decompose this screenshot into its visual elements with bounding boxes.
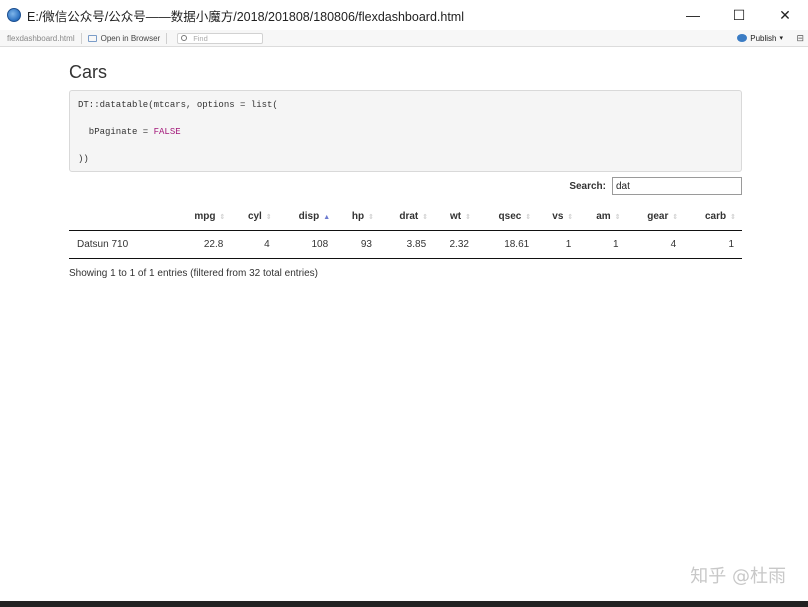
table-row[interactable]: Datsun 710 22.8 4 108 93 3.85 2.32 18.61 1 1 4 1 bbox=[69, 230, 742, 259]
column-header-disp[interactable]: disp ▲ bbox=[277, 203, 337, 231]
column-header-label: hp bbox=[351, 211, 365, 222]
table-cell: 4 bbox=[231, 230, 278, 259]
publish-button[interactable]: Publish ▾ bbox=[737, 34, 783, 43]
chevron-down-icon: ▾ bbox=[779, 35, 783, 42]
column-header-drat[interactable]: drat ⇕ bbox=[379, 203, 435, 231]
column-header-gear[interactable]: gear ⇕ bbox=[626, 203, 685, 231]
code-line-2: bPaginate = FALSE bbox=[78, 127, 181, 137]
search-icon bbox=[181, 35, 188, 41]
page-title: Cars bbox=[69, 62, 108, 82]
watermark: 知乎 @杜雨 bbox=[690, 566, 786, 587]
code-block: DT::datatable(mtcars, options = list( bP… bbox=[69, 90, 742, 172]
find-input[interactable] bbox=[193, 33, 254, 43]
data-table: mpg ⇕ cyl ⇕ disp ▲ hp ⇕ drat ⇕ wt ⇕ qsec ⇕ vs ⇕ am ⇕ gear ⇕… bbox=[69, 203, 742, 259]
column-header-label: qsec bbox=[498, 211, 522, 222]
viewer-toolbar: flexdashboard.html Open in Browser Publi… bbox=[0, 30, 808, 47]
column-header-label: am bbox=[596, 211, 611, 222]
column-header-label: vs bbox=[552, 211, 564, 222]
table-cell: 93 bbox=[336, 230, 380, 259]
code-line-3: )) bbox=[78, 154, 89, 164]
table-cell: 18.61 bbox=[476, 230, 538, 259]
sort-icon: ⇕ bbox=[672, 214, 679, 221]
column-header-wt[interactable]: wt ⇕ bbox=[434, 203, 477, 231]
column-header-mpg[interactable]: mpg ⇕ bbox=[173, 203, 232, 231]
sort-icon: ⇕ bbox=[525, 214, 532, 221]
file-label: flexdashboard.html bbox=[7, 33, 75, 43]
column-header-hp[interactable]: hp ⇕ bbox=[336, 203, 380, 231]
table-cell: 22.8 bbox=[173, 230, 232, 259]
code-line-1: DT::datatable(mtcars, options = list( bbox=[78, 100, 278, 110]
search-label: Search: bbox=[569, 181, 606, 192]
minimize-button[interactable]: — bbox=[670, 0, 716, 30]
app-icon bbox=[7, 8, 21, 22]
table-cell: 1 bbox=[537, 230, 580, 259]
table-cell: 1 bbox=[684, 230, 742, 259]
column-header-cyl[interactable]: cyl ⇕ bbox=[231, 203, 278, 231]
column-header-am[interactable]: am ⇕ bbox=[579, 203, 627, 231]
sort-icon: ⇕ bbox=[422, 214, 429, 221]
sort-icon: ⇕ bbox=[614, 214, 621, 221]
table-header-row: mpg ⇕ cyl ⇕ disp ▲ hp ⇕ drat ⇕ wt ⇕ qsec ⇕ vs ⇕ am ⇕ gear ⇕… bbox=[69, 203, 742, 231]
toolbar-divider bbox=[166, 32, 168, 44]
publish-icon bbox=[737, 34, 748, 42]
column-header-rownames bbox=[69, 203, 174, 231]
table-search: Search: bbox=[69, 176, 742, 198]
sort-icon: ⇕ bbox=[219, 214, 226, 221]
sort-icon: ⇕ bbox=[265, 214, 272, 221]
column-header-label: wt bbox=[449, 211, 462, 222]
table-cell: 1 bbox=[579, 230, 627, 259]
sort-icon: ⇕ bbox=[368, 214, 374, 221]
more-options-icon[interactable]: ⊟ bbox=[796, 33, 804, 44]
open-in-browser-label: Open in Browser bbox=[100, 33, 161, 43]
publish-label: Publish bbox=[750, 33, 777, 43]
column-header-label: drat bbox=[399, 211, 419, 222]
sort-ascending-icon: ▲ bbox=[323, 214, 331, 221]
column-header-label: carb bbox=[705, 211, 727, 222]
bottom-edge bbox=[0, 601, 808, 607]
open-in-browser-button[interactable]: Open in Browser bbox=[87, 33, 161, 43]
table-cell: 4 bbox=[626, 230, 685, 259]
sort-icon: ⇕ bbox=[730, 214, 736, 221]
column-header-qsec[interactable]: qsec ⇕ bbox=[476, 203, 538, 231]
column-header-label: disp bbox=[298, 211, 320, 222]
sort-icon: ⇕ bbox=[567, 214, 574, 221]
table-cell: 3.85 bbox=[379, 230, 435, 259]
table-body: Datsun 710 22.8 4 108 93 3.85 2.32 18.61 1 1 4 1 bbox=[69, 230, 742, 259]
row-name-cell: Datsun 710 bbox=[69, 230, 174, 259]
table-cell: 108 bbox=[277, 230, 337, 259]
window-controls: — ☐ ✕ bbox=[670, 0, 808, 30]
table-cell: 2.32 bbox=[434, 230, 477, 259]
maximize-button[interactable]: ☐ bbox=[716, 0, 762, 30]
column-header-label: gear bbox=[647, 211, 669, 222]
column-header-label: mpg bbox=[194, 211, 216, 222]
document-content: Cars DT::datatable(mtcars, options = lis… bbox=[69, 58, 742, 279]
sort-icon: ⇕ bbox=[465, 214, 471, 221]
window-title: E:/微信公众号/公众号——数据小魔方/2018/201808/180806/f… bbox=[27, 9, 464, 24]
table-info: Showing 1 to 1 of 1 entries (filtered fr… bbox=[69, 268, 319, 279]
search-input[interactable] bbox=[612, 177, 742, 195]
column-header-vs[interactable]: vs ⇕ bbox=[537, 203, 580, 231]
column-header-carb[interactable]: carb ⇕ bbox=[684, 203, 742, 231]
title-bar: E:/微信公众号/公众号——数据小魔方/2018/201808/180806/f… bbox=[0, 0, 808, 31]
column-header-label: cyl bbox=[247, 211, 262, 222]
code-line-2-prefix: bPaginate = bbox=[78, 127, 154, 137]
find-box[interactable] bbox=[177, 32, 264, 44]
close-button[interactable]: ✕ bbox=[762, 0, 808, 30]
code-false-keyword: FALSE bbox=[153, 127, 181, 137]
toolbar-divider bbox=[80, 32, 82, 44]
browser-icon bbox=[87, 34, 97, 42]
